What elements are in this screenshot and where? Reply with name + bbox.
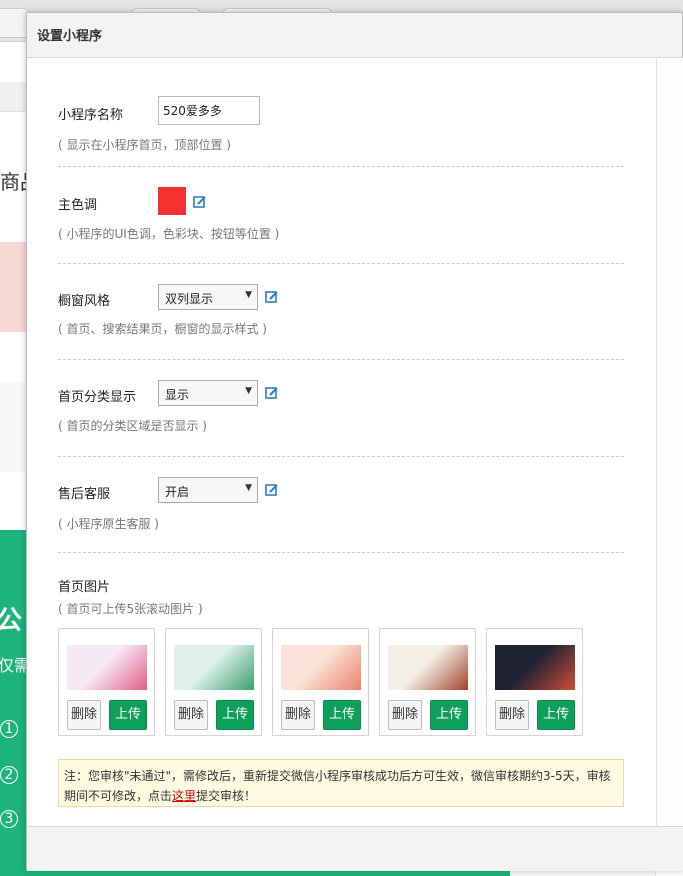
upload-image-button[interactable]: 上传 (216, 700, 254, 730)
home-category-hint: ( 首页的分类区域是否显示 ) (58, 419, 207, 433)
chevron-down-icon: ▼ (245, 483, 252, 493)
image-card: 删除 上传 (379, 628, 476, 736)
name-label: 小程序名称 (58, 108, 124, 123)
theme-color-swatch[interactable] (158, 187, 186, 215)
upload-image-button[interactable]: 上传 (109, 700, 147, 730)
divider (58, 263, 624, 264)
banner-thumbnail (174, 645, 254, 690)
theme-color-hint: ( 小程序的UI色调，色彩块、按钮等位置 ) (58, 227, 280, 241)
divider (58, 552, 624, 553)
dialog-header: 设置小程序 (27, 13, 682, 58)
image-card: 删除 上传 (58, 628, 155, 736)
step-3-badge: 3 (0, 810, 18, 828)
upload-image-button[interactable]: 上传 (323, 700, 361, 730)
name-row: 小程序名称 ( 显示在小程序首页，顶部位置 ) (58, 96, 624, 156)
edit-icon[interactable] (193, 195, 207, 209)
home-category-select[interactable]: 显示 ▼ (158, 380, 258, 406)
after-sale-row: 售后客服 开启 ▼ ( 小程序原生客服 ) (58, 477, 624, 537)
delete-image-button[interactable]: 删除 (495, 700, 529, 730)
theme-color-row: 主色调 ( 小程序的UI色调，色彩块、按钮等位置 ) (58, 187, 624, 247)
name-hint: ( 显示在小程序首页，顶部位置 ) (58, 138, 231, 152)
theme-color-label: 主色调 (58, 198, 98, 213)
submit-review-link[interactable]: 这里 (172, 789, 196, 803)
notice-text: 注：您审核"未通过"，需修改后，重新提交微信小程序审核成功后方可生效，微信审核期… (64, 769, 611, 803)
window-style-selected: 双列显示 (165, 292, 214, 306)
home-images-label: 首页图片 (58, 580, 111, 595)
home-images-row: 首页图片 ( 首页可上传5张滚动图片 ) 删除 上传 删除 上传 删除 上传 删除 上传 删除上… (58, 576, 624, 746)
settings-dialog: 设置小程序 小程序名称 ( 显示在小程序首页，顶部位置 ) 主色调 ( 小程序的… (26, 12, 683, 871)
home-category-selected: 显示 (165, 388, 190, 402)
image-card: 删除 上传 (272, 628, 369, 736)
banner-thumbnail (495, 645, 575, 690)
divider (58, 166, 624, 167)
delete-image-button[interactable]: 删除 (174, 700, 208, 730)
window-style-select[interactable]: 双列显示 ▼ (158, 284, 258, 310)
home-category-label: 首页分类显示 (58, 390, 137, 405)
window-style-hint: ( 首页、搜索结果页，橱窗的显示样式 ) (58, 322, 267, 336)
after-sale-label: 售后客服 (58, 487, 111, 502)
dialog-footer (27, 826, 683, 871)
after-sale-select[interactable]: 开启 ▼ (158, 477, 258, 503)
edit-icon[interactable] (265, 290, 279, 304)
notice-text-end: 提交审核！ (196, 789, 257, 803)
delete-image-button[interactable]: 删除 (281, 700, 315, 730)
image-card: 删除 上传 (486, 628, 583, 736)
home-images-hint: ( 首页可上传5张滚动图片 ) (58, 602, 203, 616)
review-notice: 注：您审核"未通过"，需修改后，重新提交微信小程序审核成功后方可生效，微信审核期… (58, 759, 624, 807)
window-style-label: 橱窗风格 (58, 294, 111, 309)
divider (58, 359, 624, 360)
dialog-title: 设置小程序 (37, 29, 103, 44)
banner-thumbnail (67, 645, 147, 690)
delete-image-button[interactable]: 删除 (67, 700, 101, 730)
after-sale-selected: 开启 (165, 485, 190, 499)
chevron-down-icon: ▼ (245, 290, 252, 300)
upload-image-button[interactable]: 上传 (537, 700, 575, 730)
dialog-scrollbar[interactable] (656, 58, 683, 826)
step-2-badge: 2 (0, 766, 18, 784)
miniprogram-name-input[interactable] (158, 96, 260, 125)
edit-icon[interactable] (265, 483, 279, 497)
delete-image-button[interactable]: 删除 (388, 700, 422, 730)
banner-thumbnail (281, 645, 361, 690)
image-card: 删除 上传 (165, 628, 262, 736)
home-category-row: 首页分类显示 显示 ▼ ( 首页的分类区域是否显示 ) (58, 380, 624, 440)
window-style-row: 橱窗风格 双列显示 ▼ ( 首页、搜索结果页，橱窗的显示样式 ) (58, 284, 624, 344)
upload-image-button[interactable]: 上传 (430, 700, 468, 730)
chevron-down-icon: ▼ (245, 386, 252, 396)
dialog-body: 小程序名称 ( 显示在小程序首页，顶部位置 ) 主色调 ( 小程序的UI色调，色… (27, 58, 656, 826)
edit-icon[interactable] (265, 386, 279, 400)
step-1-badge: 1 (0, 720, 18, 738)
banner-thumbnail (388, 645, 468, 690)
after-sale-hint: ( 小程序原生客服 ) (58, 517, 159, 531)
background-banner-title: 公 (0, 606, 23, 636)
divider (58, 456, 624, 457)
